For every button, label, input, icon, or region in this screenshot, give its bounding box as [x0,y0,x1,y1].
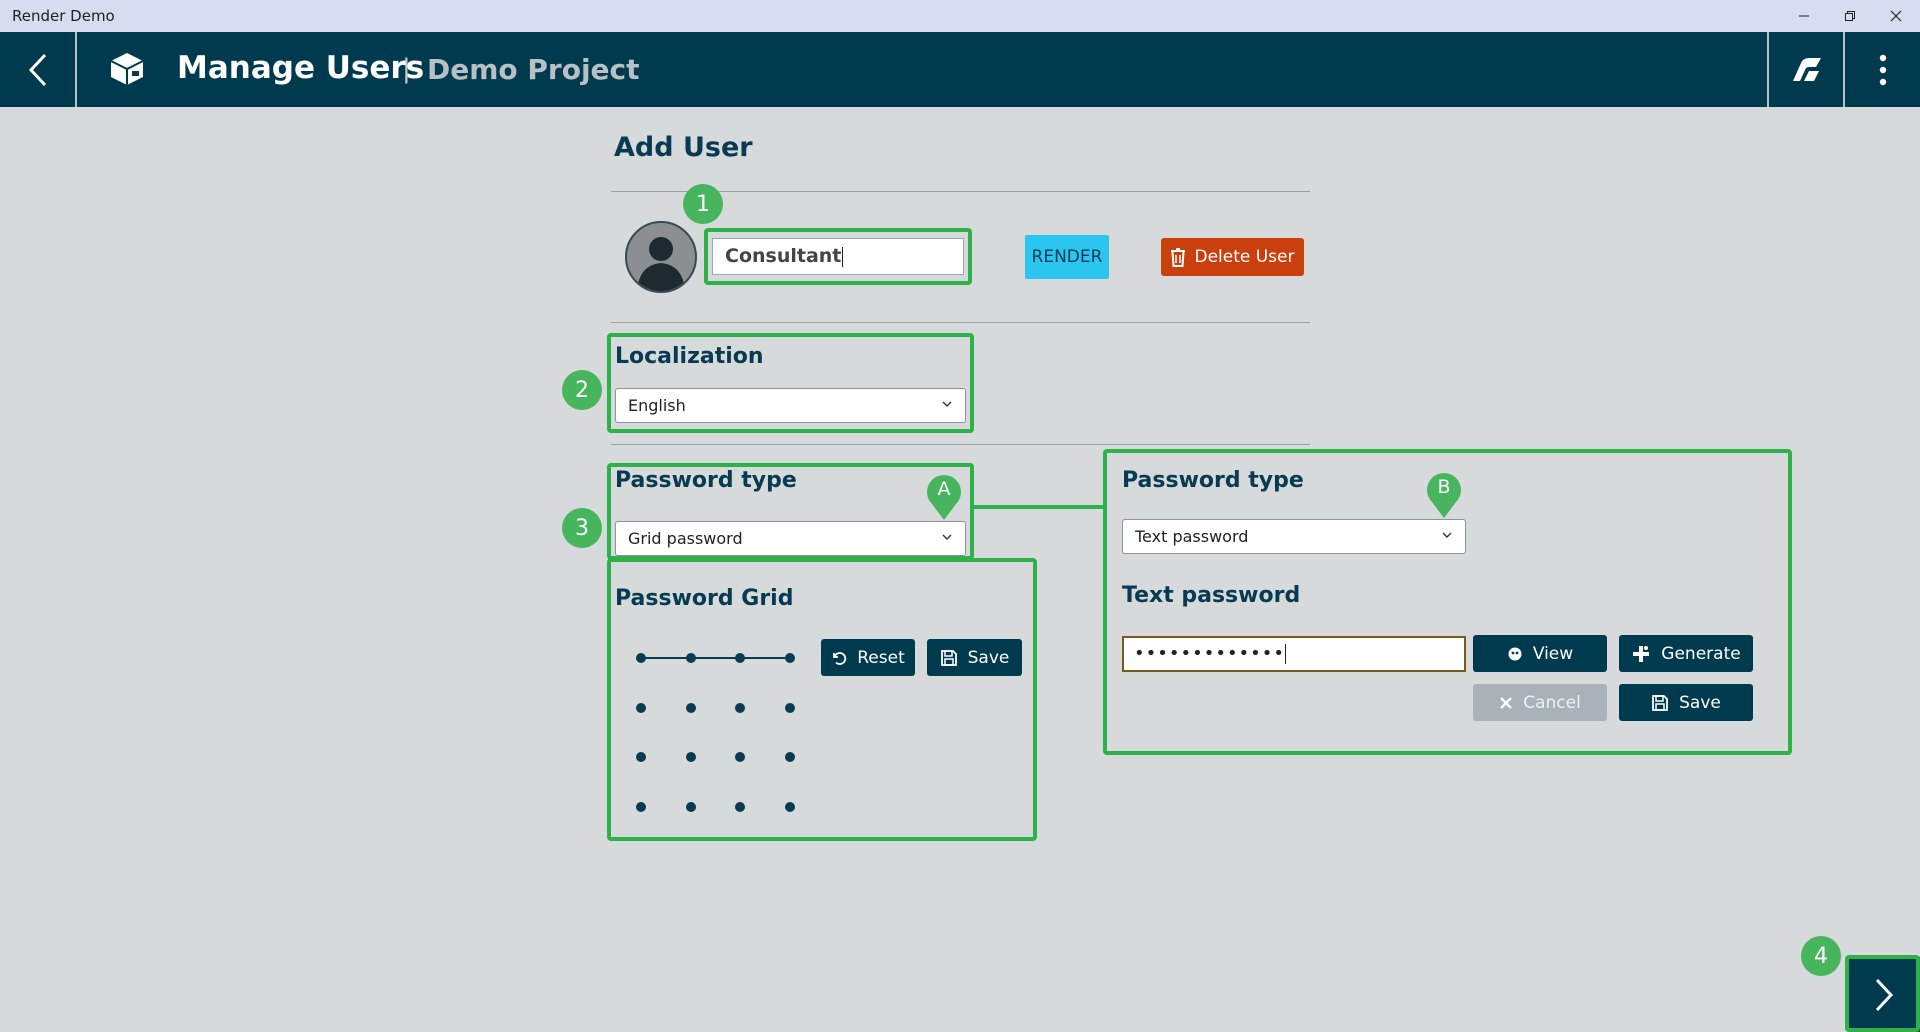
chevron-left-icon [28,53,46,86]
localization-selected: English [628,396,686,415]
grid-reset-button[interactable]: Reset [821,639,915,676]
password-grid-label: Password Grid [615,586,794,611]
save-icon [940,649,957,666]
window-title: Render Demo [12,7,115,25]
more-options-button[interactable] [1845,32,1920,107]
page-title: Manage Users [177,50,425,86]
text-password-input[interactable]: ••••••••••••• [1122,636,1466,672]
minimize-button[interactable] [1781,0,1827,32]
callout-badge-4: 4 [1801,936,1841,976]
callout-pin-a-label: A [937,478,951,500]
text-password-label: Text password [1122,583,1301,608]
password-type-a-select[interactable]: Grid password [615,521,966,556]
callout-badge-2: 2 [562,370,602,410]
title-separator: | [402,54,411,84]
undo-icon [833,651,847,665]
grid-dot[interactable] [636,802,646,812]
app-logo-icon [108,50,146,93]
password-type-a-selected: Grid password [628,529,743,548]
render-button[interactable]: RENDER [1025,235,1109,279]
generate-password-button[interactable]: Generate [1619,635,1753,672]
highlight-box-next [1845,955,1920,1032]
password-type-b-selected: Text password [1135,527,1249,546]
view-password-label: View [1532,643,1574,664]
grid-dot[interactable] [735,802,745,812]
localization-label: Localization [615,344,764,369]
grid-dot[interactable] [735,653,745,663]
trash-icon [1171,247,1186,267]
grid-dot[interactable] [686,653,696,663]
text-password-save-button[interactable]: Save [1619,684,1753,721]
text-password-value: ••••••••••••• [1134,643,1286,664]
cancel-button[interactable]: Cancel [1473,684,1607,721]
grid-dot[interactable] [636,653,646,663]
user-silhouette-icon [637,237,685,291]
grid-dot[interactable] [636,752,646,762]
callout-connector [972,505,1105,509]
grid-dot[interactable] [686,802,696,812]
password-type-a-label: Password type [615,468,797,493]
restore-button[interactable] [1827,0,1873,32]
grid-dot[interactable] [636,703,646,713]
grid-dot[interactable] [785,703,795,713]
grid-save-button[interactable]: Save [927,639,1022,676]
chevron-down-icon [942,534,952,540]
callout-pin-b: B [1426,472,1462,518]
grid-save-label: Save [967,647,1010,668]
username-value: Consultant [725,245,842,267]
view-password-button[interactable]: View [1473,635,1607,672]
grid-dot[interactable] [686,752,696,762]
minimize-icon [1799,15,1809,17]
text-password-save-label: Save [1679,692,1721,713]
grid-dot[interactable] [785,752,795,762]
grid-dot[interactable] [735,752,745,762]
x-icon [1500,696,1513,709]
close-button[interactable] [1873,0,1919,32]
eye-icon [1508,647,1522,660]
delete-user-label: Delete User [1194,247,1295,267]
password-type-b-select[interactable]: Text password [1122,519,1466,554]
chevron-down-icon [1442,532,1452,538]
generate-icon [1633,645,1650,662]
project-name: Demo Project [427,53,640,86]
text-cursor [842,246,844,267]
grid-dot[interactable] [785,802,795,812]
cancel-label: Cancel [1523,692,1581,713]
callout-badge-1: 1 [683,184,723,224]
chevron-down-icon [942,401,952,407]
divider [611,322,1310,323]
divider [611,444,1310,445]
callout-pin-b-label: B [1437,476,1451,498]
callout-pin-a: A [926,474,962,520]
window-titlebar: Render Demo [0,0,1920,32]
header-divider [75,32,77,107]
grid-dot[interactable] [735,703,745,713]
close-icon [1890,10,1902,22]
grid-reset-label: Reset [857,647,905,668]
delete-user-button[interactable]: Delete User [1161,238,1304,276]
username-input[interactable]: Consultant [712,238,964,275]
pattern-grid[interactable] [620,645,800,825]
callout-badge-3: 3 [562,508,602,548]
password-type-b-label: Password type [1122,468,1304,493]
section-heading: Add User [614,132,753,163]
grid-dot[interactable] [785,653,795,663]
back-button[interactable] [0,32,75,107]
brand-button[interactable] [1769,32,1843,107]
grid-dot[interactable] [686,703,696,713]
app-header: Manage Users | Demo Project [0,32,1920,107]
generate-password-label: Generate [1661,643,1741,664]
save-icon [1652,694,1669,711]
restore-icon [1845,11,1855,21]
avatar[interactable] [625,221,697,293]
text-cursor [1285,644,1287,664]
brand-logo-icon [1793,57,1821,81]
more-vertical-icon [1879,54,1886,85]
localization-select[interactable]: English [615,388,966,423]
